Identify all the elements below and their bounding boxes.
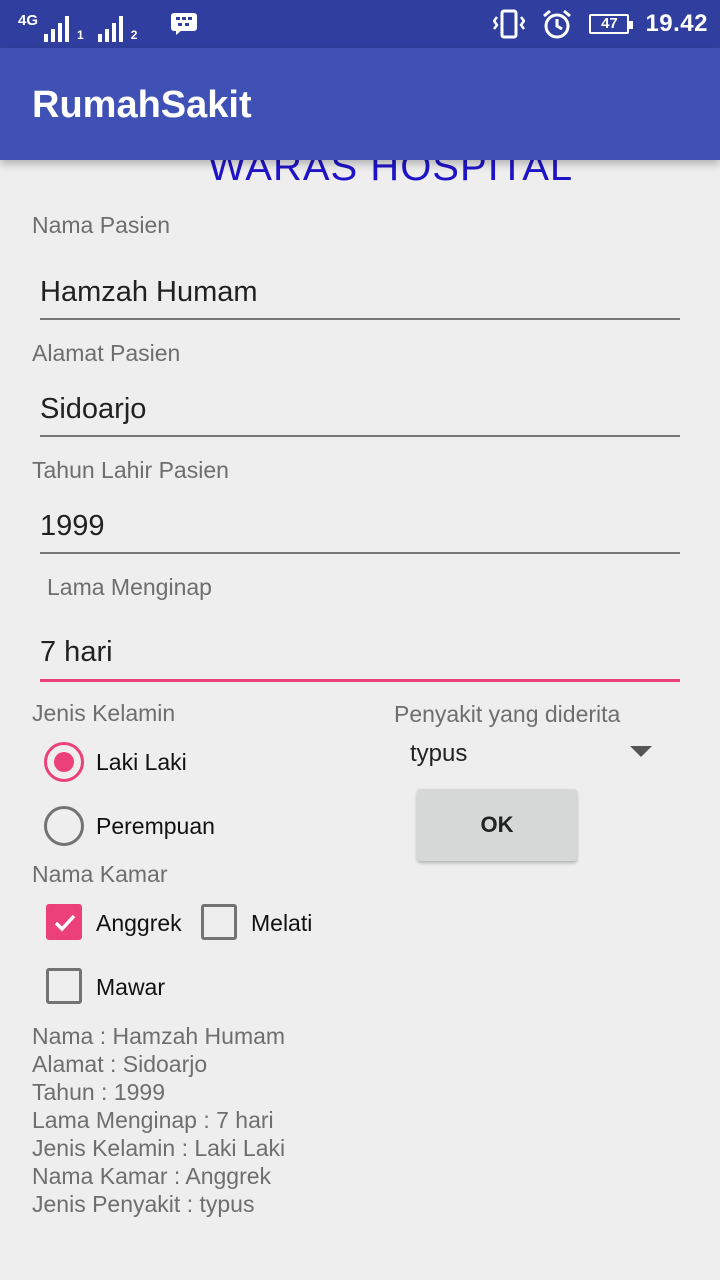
checkbox-mawar[interactable] (46, 968, 82, 1004)
hospital-banner-text: WARAS HOSPITAL (208, 160, 574, 189)
penyakit-spinner[interactable]: typus (410, 740, 467, 768)
radio-perempuan[interactable] (44, 806, 84, 846)
app-title: RumahSakit (32, 84, 252, 126)
kamar-label: Nama Kamar (32, 861, 168, 887)
checkbox-mawar-label[interactable]: Mawar (96, 974, 165, 1001)
lama-label: Lama Menginap (47, 574, 212, 600)
gender-label: Jenis Kelamin (32, 700, 176, 726)
checkbox-anggrek[interactable] (46, 904, 82, 940)
signal-icon (44, 16, 70, 42)
summary-alamat: Alamat : Sidoarjo (32, 1051, 208, 1077)
alarm-icon (543, 9, 572, 39)
bbm-icon (171, 13, 197, 35)
checkbox-melati-label[interactable]: Melati (251, 910, 312, 937)
nama-label: Nama Pasien (32, 212, 171, 238)
battery-level: 47 (601, 15, 618, 32)
app-bar: RumahSakit (0, 48, 720, 160)
radio-laki-laki[interactable] (44, 742, 84, 782)
summary-tahun: Tahun : 1999 (32, 1079, 166, 1105)
checkmark-icon (54, 914, 76, 932)
lama-input[interactable]: 7 hari (40, 636, 680, 682)
hospital-banner: WARAS HOSPITAL (0, 160, 720, 200)
vibrate-icon (493, 9, 526, 39)
summary-penyakit: Jenis Penyakit : typus (32, 1191, 255, 1217)
sim1-label: 1 (77, 28, 84, 42)
tahun-label: Tahun Lahir Pasien (32, 457, 229, 483)
nama-input[interactable]: Hamzah Humam (40, 276, 680, 320)
penyakit-label: Penyakit yang diderita (394, 701, 621, 727)
sim2-label: 2 (130, 28, 138, 42)
ok-button[interactable]: OK (417, 789, 577, 861)
dropdown-arrow-icon[interactable] (630, 746, 652, 757)
alamat-label: Alamat Pasien (32, 340, 181, 366)
radio-perempuan-label[interactable]: Perempuan (96, 813, 215, 840)
status-bar: 4G 1 2 47 19.42 (0, 0, 720, 48)
radio-laki-laki-label[interactable]: Laki Laki (96, 749, 187, 776)
network-type: 4G (18, 12, 39, 29)
alamat-input[interactable]: Sidoarjo (40, 393, 680, 437)
signal-indicators: 4G 1 2 (18, 8, 145, 42)
signal-icon (97, 16, 123, 42)
summary-nama: Nama : Hamzah Humam (32, 1023, 286, 1049)
summary-output: Nama : Hamzah Humam Alamat : Sidoarjo Ta… (32, 1022, 285, 1218)
checkbox-anggrek-label[interactable]: Anggrek (96, 910, 182, 937)
summary-gender: Jenis Kelamin : Laki Laki (32, 1135, 286, 1161)
tahun-input[interactable]: 1999 (40, 510, 680, 554)
status-time: 19.42 (645, 10, 708, 37)
summary-lama: Lama Menginap : 7 hari (32, 1107, 274, 1133)
battery-icon: 47 (589, 14, 634, 34)
checkbox-melati[interactable] (201, 904, 237, 940)
status-right: 47 19.42 (493, 8, 708, 40)
summary-kamar: Nama Kamar : Anggrek (32, 1163, 272, 1189)
